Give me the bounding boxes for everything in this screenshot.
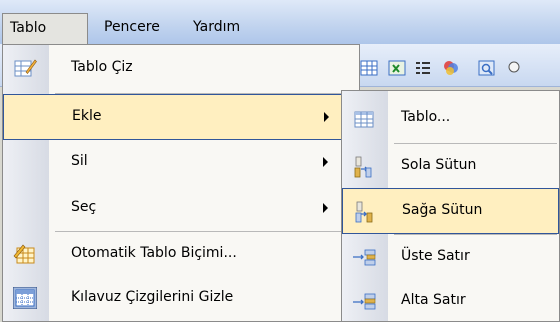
submenu-item-alta-satir-label: Alta Satır (401, 292, 466, 308)
menu-pencere[interactable]: Pencere (104, 13, 160, 43)
menu-item-tablo-ciz-label: Tablo Çiz (71, 59, 133, 75)
merge-colors-icon[interactable] (442, 59, 460, 77)
submenu-item-sola-sutun[interactable]: Sola Sütun (342, 144, 559, 190)
submenu-arrow-icon (324, 112, 329, 122)
submenu-arrow-icon (323, 157, 328, 167)
menu-tablo-label: Tablo (10, 20, 47, 36)
menu-item-sec-label: Seç (71, 199, 97, 215)
properties-icon[interactable] (478, 59, 496, 77)
gridlines-icon (13, 287, 37, 309)
pencil-table-icon (14, 59, 37, 77)
submenu-item-saga-sutun-label: Sağa Sütun (402, 202, 483, 218)
table-grid-icon[interactable] (360, 59, 378, 77)
menu-item-otomatik-tablo-bicimi[interactable]: Otomatik Tablo Biçimi... (3, 232, 359, 278)
menu-pencere-label: Pencere (104, 19, 160, 35)
submenu-item-saga-sutun[interactable]: Sağa Sütun (342, 188, 559, 234)
submenu-item-tablo[interactable]: Tablo... (342, 96, 559, 142)
excel-table-icon[interactable] (388, 59, 406, 77)
submenu-item-alta-satir[interactable]: Alta Satır (342, 279, 559, 322)
menu-item-otomatik-tablo-bicimi-label: Otomatik Tablo Biçimi... (71, 245, 237, 261)
insert-column-right-icon (355, 201, 373, 223)
menu-yardim[interactable]: Yardım (193, 13, 240, 43)
submenu-item-uste-satir[interactable]: Üste Satır (342, 235, 559, 281)
zoom-icon[interactable] (506, 59, 524, 77)
menu-item-kilavuz-cizgilerini-gizle-label: Kılavuz Çizgilerini Gizle (71, 289, 234, 305)
menu-yardim-label: Yardım (193, 19, 241, 35)
submenu-arrow-icon (323, 203, 328, 213)
insert-row-above-icon (353, 249, 376, 266)
menu-item-sil-label: Sil (71, 153, 88, 169)
ekle-submenu: Tablo... Sola Sütun Sağa Sütun Üste Satı… (341, 90, 560, 322)
menu-item-sil[interactable]: Sil (3, 140, 359, 186)
submenu-item-uste-satir-label: Üste Satır (401, 248, 470, 264)
menu-item-ekle-label: Ekle (72, 108, 102, 124)
menu-bar: Tablo Pencere Yardım (0, 0, 560, 45)
insert-column-left-icon (354, 156, 372, 178)
insert-table-icon (354, 111, 374, 128)
list-columns-icon[interactable] (414, 59, 432, 77)
tablo-menu: Tablo Çiz Ekle Sil Seç Otomatik Tablo Bi… (2, 44, 360, 322)
autoformat-table-icon (13, 244, 35, 264)
submenu-item-sola-sutun-label: Sola Sütun (401, 157, 477, 173)
menu-item-tablo-ciz[interactable]: Tablo Çiz (3, 46, 359, 92)
insert-row-below-icon (353, 293, 376, 310)
submenu-item-tablo-label: Tablo... (401, 109, 451, 125)
menu-item-sec[interactable]: Seç (3, 186, 359, 232)
menu-tablo[interactable]: Tablo (2, 13, 88, 45)
menu-item-kilavuz-cizgilerini-gizle[interactable]: Kılavuz Çizgilerini Gizle (3, 276, 359, 322)
menu-item-ekle[interactable]: Ekle (3, 94, 359, 140)
